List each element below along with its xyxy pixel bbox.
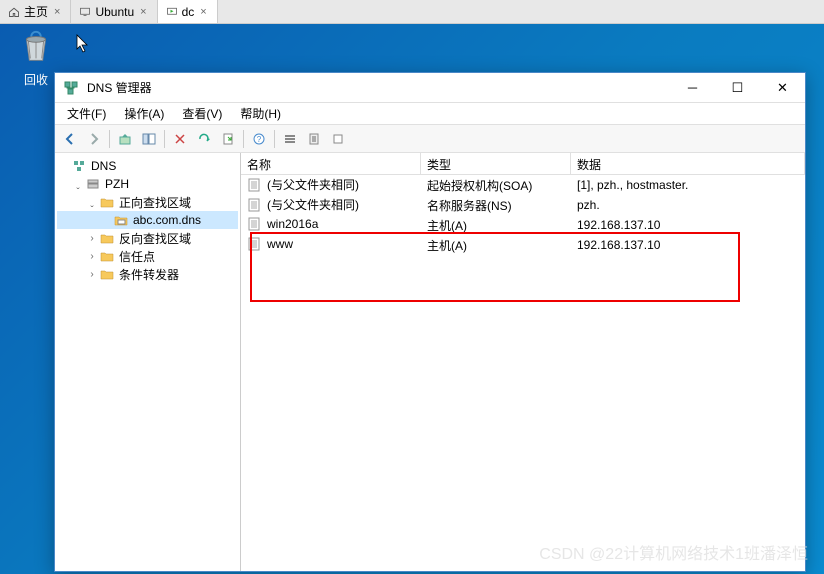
titlebar[interactable]: DNS 管理器 ─ ☐ ✕ [55,73,805,103]
folder-icon [99,230,115,246]
tree-trust-points[interactable]: › 信任点 [57,247,238,265]
record-data: 192.168.137.10 [571,218,805,232]
tree-reverse-zones[interactable]: › 反向查找区域 [57,229,238,247]
record-data: [1], pzh., hostmaster. [571,178,805,192]
close-button[interactable]: ✕ [760,73,805,102]
col-type[interactable]: 类型 [421,153,571,174]
toolbar: ? [55,125,805,153]
tree-label: abc.com.dns [133,213,201,227]
tree-label: 反向查找区域 [119,230,191,247]
menu-view[interactable]: 查看(V) [174,103,230,124]
separator [164,130,165,148]
help-button[interactable]: ? [248,128,270,150]
zone-icon [113,212,129,228]
record-type: 主机(A) [421,237,571,254]
menu-help[interactable]: 帮助(H) [232,103,289,124]
chevron-down-icon[interactable]: ˬ [85,197,99,208]
record-data: 192.168.137.10 [571,238,805,252]
tree-dns-root[interactable]: DNS [57,157,238,175]
filter-button[interactable] [279,128,301,150]
tab-dc[interactable]: dc × [158,0,218,23]
tree-label: 条件转发器 [119,266,179,283]
separator [274,130,275,148]
tree-label: PZH [105,177,129,191]
menubar: 文件(F) 操作(A) 查看(V) 帮助(H) [55,103,805,125]
record-name: www [267,237,293,251]
col-name[interactable]: 名称 [241,153,421,174]
record-icon [247,198,263,214]
back-button[interactable] [59,128,81,150]
separator [243,130,244,148]
minimize-button[interactable]: ─ [670,73,715,102]
menu-action[interactable]: 操作(A) [116,103,172,124]
chevron-down-icon[interactable]: ˬ [71,179,85,190]
tab-ubuntu[interactable]: Ubuntu × [71,0,157,23]
tree-forward-zones[interactable]: ˬ 正向查找区域 [57,193,238,211]
refresh-button[interactable] [193,128,215,150]
server-icon [85,176,101,192]
record-type: 主机(A) [421,217,571,234]
record-list: 名称 类型 数据 (与父文件夹相同) 起始授权机构(SOA)[1], pzh., … [241,153,805,571]
menu-file[interactable]: 文件(F) [59,103,114,124]
recycle-bin-icon [17,28,55,66]
chevron-right-icon[interactable]: › [85,233,99,244]
folder-icon [99,248,115,264]
tab-close[interactable]: × [52,6,62,18]
recycle-bin-label: 回收 [14,71,58,88]
tab-close[interactable]: × [198,6,208,18]
record-icon [247,217,263,233]
watermark: CSDN @22计算机网络技术1班潘泽恒 [539,540,808,564]
new-button[interactable] [327,128,349,150]
tree-zone-abc[interactable]: abc.com.dns [57,211,238,229]
tab-home[interactable]: 主页 × [0,0,71,23]
dns-icon [71,158,87,174]
window-title: DNS 管理器 [87,79,670,96]
tab-close[interactable]: × [138,6,148,18]
tab-ubuntu-label: Ubuntu [95,5,134,19]
record-row[interactable]: win2016a 主机(A)192.168.137.10 [241,215,805,235]
mouse-cursor [76,34,90,54]
maximize-button[interactable]: ☐ [715,73,760,102]
record-row[interactable]: www 主机(A)192.168.137.10 [241,235,805,255]
monitor-play-icon [166,6,178,18]
list-header: 名称 类型 数据 [241,153,805,175]
dns-manager-window: DNS 管理器 ─ ☐ ✕ 文件(F) 操作(A) 查看(V) 帮助(H) ? [54,72,806,572]
record-row[interactable]: (与父文件夹相同) 名称服务器(NS)pzh. [241,195,805,215]
tab-home-label: 主页 [24,3,48,20]
properties-button[interactable] [303,128,325,150]
svg-text:?: ? [257,135,262,144]
dns-app-icon [63,80,79,96]
record-name: (与父文件夹相同) [267,198,359,212]
record-type: 起始授权机构(SOA) [421,177,571,194]
show-hide-tree-button[interactable] [138,128,160,150]
forward-button[interactable] [83,128,105,150]
record-type: 名称服务器(NS) [421,197,571,214]
record-data: pzh. [571,198,805,212]
home-icon [8,6,20,18]
tree-server[interactable]: ˬ PZH [57,175,238,193]
record-row[interactable]: (与父文件夹相同) 起始授权机构(SOA)[1], pzh., hostmaste… [241,175,805,195]
chevron-right-icon[interactable]: › [85,269,99,280]
col-data[interactable]: 数据 [571,153,805,174]
up-button[interactable] [114,128,136,150]
vm-tabbar: 主页 × Ubuntu × dc × [0,0,824,24]
record-name: win2016a [267,217,318,231]
tree-label: 正向查找区域 [119,194,191,211]
monitor-icon [79,6,91,18]
folder-icon [99,194,115,210]
tab-dc-label: dc [182,5,195,19]
separator [109,130,110,148]
recycle-bin[interactable]: 回收 [14,28,58,88]
folder-icon [99,266,115,282]
tree-conditional-forwarders[interactable]: › 条件转发器 [57,265,238,283]
record-icon [247,178,263,194]
tree-label: 信任点 [119,248,155,265]
tree-pane: DNS ˬ PZH ˬ 正向查找区域 abc.com.dns › 反向查找区域 [55,153,241,571]
chevron-right-icon[interactable]: › [85,251,99,262]
export-button[interactable] [217,128,239,150]
record-name: (与父文件夹相同) [267,178,359,192]
tree-label: DNS [91,159,116,173]
delete-button[interactable] [169,128,191,150]
record-icon [247,237,263,253]
